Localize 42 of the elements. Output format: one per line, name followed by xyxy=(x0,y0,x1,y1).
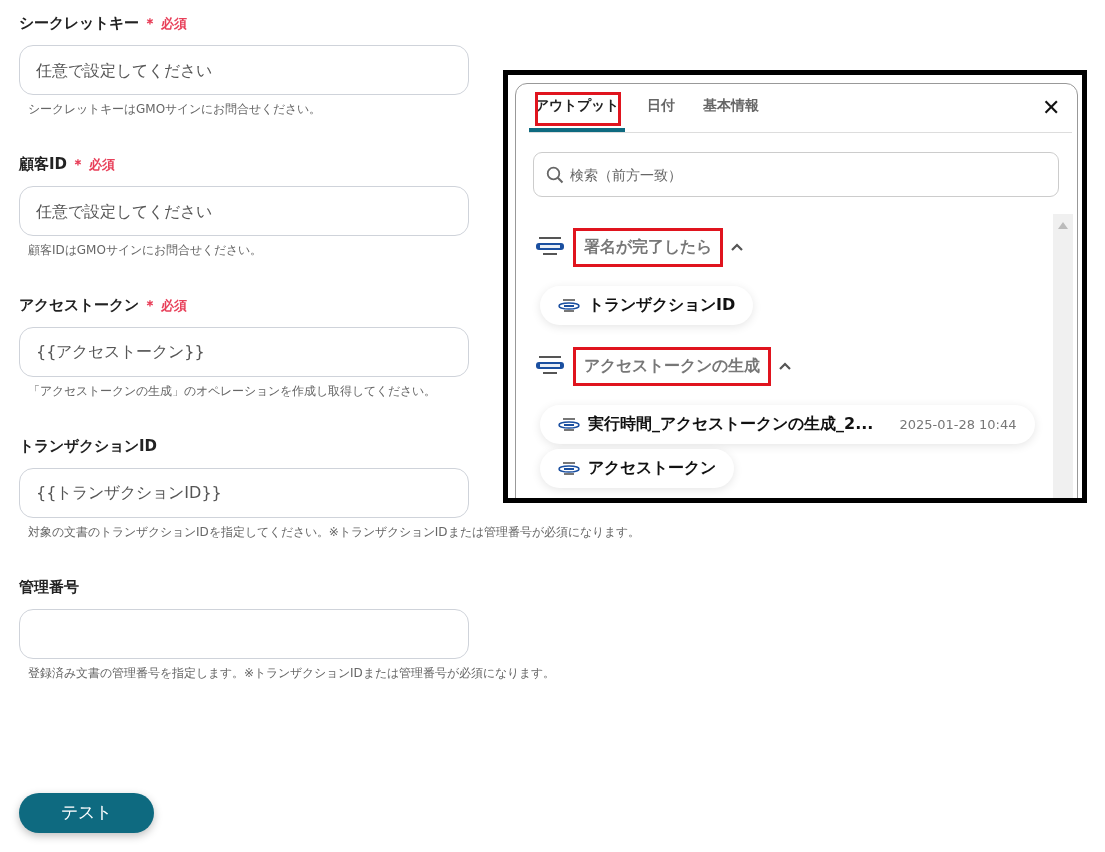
field-label: 顧客ID xyxy=(19,155,68,174)
logo-icon xyxy=(535,236,565,258)
required-tag: 必須 xyxy=(161,297,187,315)
logo-icon xyxy=(535,355,565,377)
group-title: アクセストークンの生成 xyxy=(573,346,771,386)
help-text: 対象の文書のトランザクションIDを指定してください。※トランザクションIDまたは管理番号が必須になります。 xyxy=(28,524,640,541)
required-mark: ＊ xyxy=(143,15,157,33)
input-field[interactable]: {{トランザクションID}} xyxy=(19,468,469,518)
field-label: シークレットキー xyxy=(19,14,139,33)
chip-value: 2025-01-28 10:44 xyxy=(899,417,1017,432)
group-title: 署名が完了したら xyxy=(573,227,723,267)
help-text: 「アクセストークンの生成」のオペレーションを作成し取得してください。 xyxy=(28,383,436,400)
required-tag: 必須 xyxy=(161,15,187,33)
field-label: アクセストークン xyxy=(19,296,139,315)
help-text: 登録済み文書の管理番号を指定します。※トランザクションIDまたは管理番号が必須になります。 xyxy=(28,665,555,682)
field-label: トランザクションID xyxy=(19,437,158,456)
field-label: 管理番号 xyxy=(19,578,79,597)
test-button[interactable]: テスト xyxy=(19,792,154,833)
output-chip[interactable]: アクセストークン xyxy=(540,449,734,488)
collapse-icon[interactable] xyxy=(731,243,743,251)
required-tag: 必須 xyxy=(89,156,116,174)
required-mark: ＊ xyxy=(143,297,157,315)
search-icon xyxy=(546,165,564,184)
input-field[interactable]: 任意で設定してください xyxy=(19,45,469,95)
output-chip[interactable]: 実行時間_アクセストークンの生成_2... 2025-01-28 10:44 xyxy=(540,405,1035,444)
logo-icon xyxy=(558,461,580,476)
logo-icon xyxy=(558,298,580,313)
output-chip[interactable]: トランザクションID xyxy=(540,286,754,325)
help-text: 顧客IDはGMOサインにお問合せください。 xyxy=(28,242,262,259)
input-field[interactable] xyxy=(19,609,469,659)
collapse-icon[interactable] xyxy=(779,362,791,370)
input-field[interactable]: {{アクセストークン}} xyxy=(19,327,469,377)
tab[interactable]: 基本情報 xyxy=(699,84,763,132)
tab[interactable]: 日付 xyxy=(643,84,679,132)
search-field[interactable]: 検索（前方一致） xyxy=(533,152,1059,197)
input-field[interactable]: 任意で設定してください xyxy=(19,186,469,236)
help-text: シークレットキーはGMOサインにお問合せください。 xyxy=(28,101,322,118)
scroll-up-icon[interactable] xyxy=(1058,222,1068,229)
scrollbar[interactable] xyxy=(1053,214,1073,498)
close-button[interactable]: ✕ xyxy=(1030,84,1072,132)
logo-icon xyxy=(558,417,580,432)
required-mark: ＊ xyxy=(71,156,86,174)
